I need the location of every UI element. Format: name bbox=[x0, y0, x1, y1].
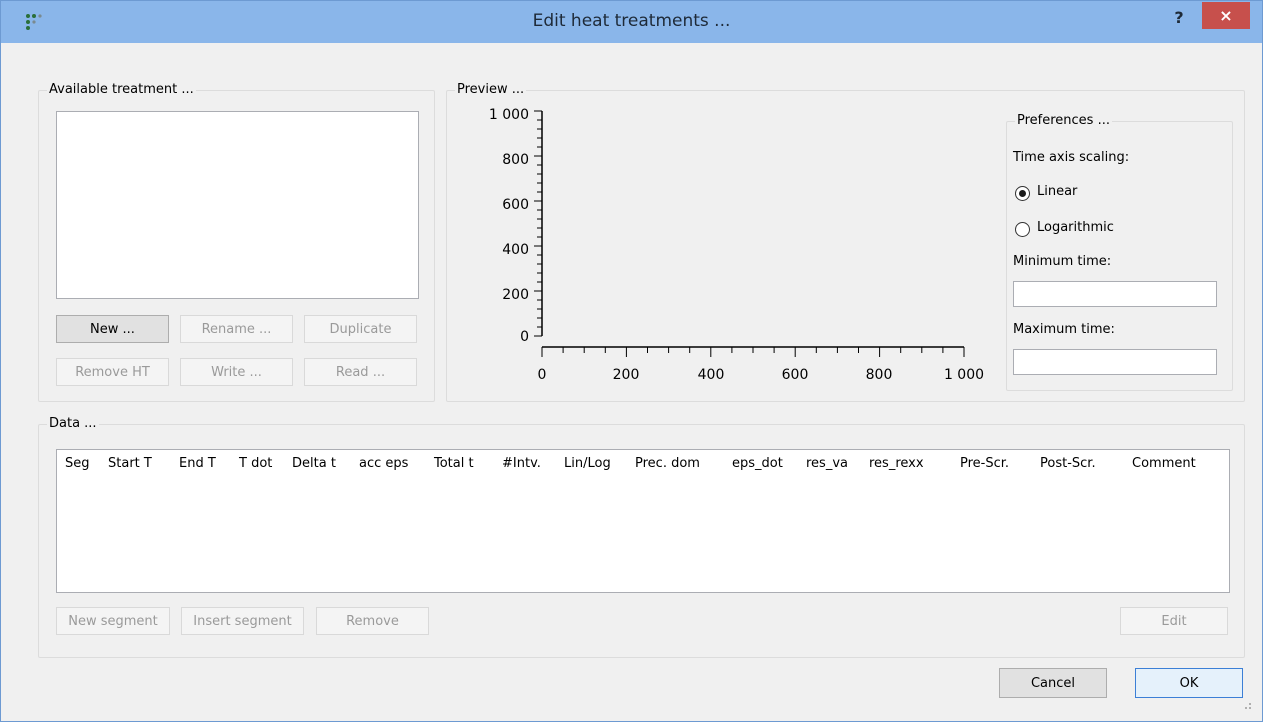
insert-segment-button[interactable]: Insert segment bbox=[181, 607, 304, 635]
window-title: Edit heat treatments ... bbox=[532, 11, 731, 31]
x-tick-label-0: 0 bbox=[538, 367, 547, 383]
x-tick-label-400: 400 bbox=[698, 367, 725, 383]
logarithmic-label[interactable]: Logarithmic bbox=[1037, 220, 1114, 235]
y-tick-label-1000: 1 000 bbox=[489, 107, 529, 123]
x-tick-label-800: 800 bbox=[866, 367, 893, 383]
new-button[interactable]: New ... bbox=[56, 315, 169, 343]
linear-radio[interactable] bbox=[1015, 186, 1030, 201]
x-axis-labels: 0 200 400 600 800 1 000 bbox=[538, 367, 985, 383]
col-lin-log[interactable]: Lin/Log bbox=[564, 456, 611, 471]
col-post-scr[interactable]: Post-Scr. bbox=[1040, 456, 1096, 471]
col-total-t[interactable]: Total t bbox=[434, 456, 474, 471]
title-bar[interactable]: Edit heat treatments ... ? × bbox=[1, 1, 1262, 43]
y-tick-label-800: 800 bbox=[502, 152, 529, 168]
dialog-body: Available treatment ... New ... Rename .… bbox=[8, 43, 1255, 713]
ok-button[interactable]: OK bbox=[1135, 668, 1243, 698]
col-end-t[interactable]: End T bbox=[179, 456, 216, 471]
y-axis-labels: 1 000 800 600 400 200 0 bbox=[489, 107, 529, 345]
y-axis-ticks bbox=[534, 110, 542, 337]
minimum-time-label: Minimum time: bbox=[1013, 254, 1112, 269]
col-prec-dom[interactable]: Prec. dom bbox=[635, 456, 700, 471]
logarithmic-radio[interactable] bbox=[1015, 222, 1030, 237]
col-acc-eps[interactable]: acc eps bbox=[359, 456, 408, 471]
col-intv[interactable]: #Intv. bbox=[502, 456, 541, 471]
col-delta-t[interactable]: Delta t bbox=[292, 456, 336, 471]
y-tick-label-600: 600 bbox=[502, 197, 529, 213]
x-tick-label-1000: 1 000 bbox=[944, 367, 984, 383]
close-button[interactable]: × bbox=[1202, 2, 1250, 29]
available-treatment-title: Available treatment ... bbox=[47, 82, 196, 97]
col-res-va[interactable]: res_va bbox=[806, 456, 848, 471]
preview-chart: 1 000 800 600 400 200 0 0 200 400 600 80… bbox=[489, 107, 985, 383]
col-pre-scr[interactable]: Pre-Scr. bbox=[960, 456, 1009, 471]
read-button[interactable]: Read ... bbox=[304, 358, 417, 386]
y-tick-label-200: 200 bbox=[502, 287, 529, 303]
col-res-rexx[interactable]: res_rexx bbox=[869, 456, 924, 471]
maximum-time-input[interactable] bbox=[1013, 349, 1217, 375]
col-start-t[interactable]: Start T bbox=[108, 456, 152, 471]
remove-ht-button[interactable]: Remove HT bbox=[56, 358, 169, 386]
col-seg[interactable]: Seg bbox=[65, 456, 90, 471]
table-header-row: Seg Start T End T T dot Delta t acc eps … bbox=[57, 450, 1229, 480]
x-tick-label-600: 600 bbox=[782, 367, 809, 383]
preferences-group: Preferences ... Time axis scaling: Linea… bbox=[1006, 113, 1233, 391]
write-button[interactable]: Write ... bbox=[180, 358, 293, 386]
edit-segment-button[interactable]: Edit bbox=[1120, 607, 1228, 635]
new-segment-button[interactable]: New segment bbox=[56, 607, 170, 635]
preview-title: Preview ... bbox=[455, 82, 527, 97]
minimum-time-input[interactable] bbox=[1013, 281, 1217, 307]
maximum-time-label: Maximum time: bbox=[1013, 322, 1115, 337]
help-button[interactable]: ? bbox=[1161, 5, 1197, 31]
col-t-dot[interactable]: T dot bbox=[239, 456, 272, 471]
y-tick-label-400: 400 bbox=[502, 242, 529, 258]
rename-button[interactable]: Rename ... bbox=[180, 315, 293, 343]
x-tick-label-200: 200 bbox=[613, 367, 640, 383]
linear-label[interactable]: Linear bbox=[1037, 184, 1077, 199]
treatment-list[interactable] bbox=[56, 111, 419, 299]
dialog-window: Edit heat treatments ... ? × Available t… bbox=[0, 0, 1263, 722]
resize-grip-icon[interactable] bbox=[1242, 700, 1252, 710]
col-comment[interactable]: Comment bbox=[1132, 456, 1196, 471]
x-axis-ticks bbox=[541, 347, 965, 357]
cancel-button[interactable]: Cancel bbox=[999, 668, 1107, 698]
y-tick-label-0: 0 bbox=[520, 329, 529, 345]
remove-segment-button[interactable]: Remove bbox=[316, 607, 429, 635]
time-axis-scaling-label: Time axis scaling: bbox=[1013, 150, 1130, 165]
preferences-title: Preferences ... bbox=[1015, 113, 1112, 128]
preview-group: Preview ... 1 000 800 600 400 200 0 0 20… bbox=[446, 82, 1245, 402]
available-treatment-group: Available treatment ... New ... Rename .… bbox=[38, 82, 435, 402]
data-title: Data ... bbox=[47, 416, 99, 431]
duplicate-button[interactable]: Duplicate bbox=[304, 315, 417, 343]
radio-selected-dot bbox=[1019, 190, 1026, 197]
data-group: Data ... Seg Start T End T T dot Delta t… bbox=[38, 416, 1245, 658]
segments-table[interactable]: Seg Start T End T T dot Delta t acc eps … bbox=[56, 449, 1230, 593]
col-eps-dot[interactable]: eps_dot bbox=[732, 456, 783, 471]
